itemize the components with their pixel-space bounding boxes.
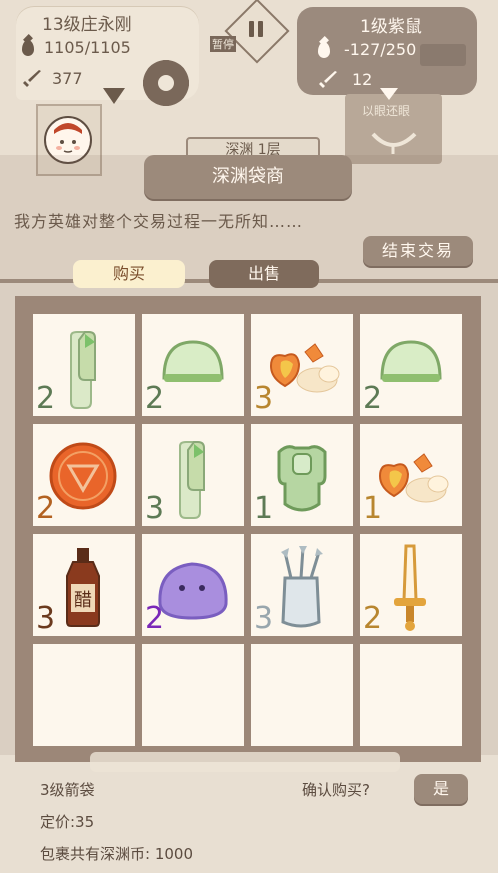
item-grid: 22322311醋3232: [33, 314, 462, 746]
settings-gear-icon[interactable]: [143, 60, 189, 106]
hero-hp-value: 1105/1105: [44, 38, 131, 57]
item-slot[interactable]: 2: [360, 314, 462, 416]
hero-atk-value: 377: [52, 68, 83, 88]
enemy-skill-label: 以眼还眼: [362, 104, 411, 118]
item-quantity: 2: [145, 601, 165, 636]
shop-message: 我方英雄对整个交易过程一无所知……: [14, 212, 304, 231]
sword-icon: [23, 70, 41, 87]
item-slot[interactable]: 2: [33, 314, 135, 416]
item-quantity: 2: [36, 381, 56, 416]
hero-pointer-arrow: [103, 88, 125, 104]
item-quantity: 2: [363, 601, 383, 636]
item-slot[interactable]: 醋3: [33, 534, 135, 636]
item-slot[interactable]: 2: [142, 314, 244, 416]
blood-drop-icon: [318, 41, 330, 58]
item-quantity: 2: [145, 381, 165, 416]
enemy-atk-value: 12: [352, 69, 373, 89]
item-slot[interactable]: 2: [360, 534, 462, 636]
item-slot[interactable]: 1: [360, 424, 462, 526]
enemy-extra-bar: [420, 44, 466, 66]
item-slot[interactable]: 2: [33, 424, 135, 526]
pause-bar-icon: [258, 21, 263, 37]
selected-item-name: 3级箭袋: [40, 781, 95, 799]
item-quantity: 3: [254, 381, 274, 416]
item-slot[interactable]: 3: [142, 424, 244, 526]
pause-bar-icon: [249, 21, 254, 37]
background-ghost-row: [90, 752, 400, 772]
empty-item-slot[interactable]: [360, 644, 462, 746]
pause-label: 暂停: [210, 36, 236, 52]
bottle-label: 醋: [74, 590, 92, 611]
enemy-hp-row: -127/250: [318, 40, 416, 59]
end-trade-button[interactable]: 结束交易: [363, 236, 473, 266]
confirm-yes-button[interactable]: 是: [414, 774, 468, 804]
item-slot[interactable]: 3: [251, 534, 353, 636]
item-slot[interactable]: 2: [142, 534, 244, 636]
shop-title: 深渊袋商: [212, 166, 284, 187]
selected-item-price: 定价:35: [40, 813, 95, 831]
item-quantity: 3: [145, 491, 165, 526]
item-slot[interactable]: 1: [251, 424, 353, 526]
item-quantity: 2: [363, 381, 383, 416]
pause-button[interactable]: [245, 18, 267, 40]
gear-icon: [143, 60, 189, 106]
empty-item-slot[interactable]: [142, 644, 244, 746]
tab-buy[interactable]: 购买: [73, 260, 185, 288]
enemy-pointer-arrow: [380, 88, 398, 100]
enemy-name: 1级紫鼠: [360, 17, 422, 37]
blood-drop-icon: [22, 39, 34, 56]
empty-item-slot[interactable]: [251, 644, 353, 746]
confirm-purchase-question: 确认购买?: [302, 781, 370, 799]
enemy-atk-row: 12: [318, 69, 372, 89]
item-quantity: 3: [36, 601, 56, 636]
hero-atk-row: 377: [22, 68, 83, 88]
enemy-hp-value: -127/250: [344, 40, 417, 59]
item-quantity: 2: [36, 491, 56, 526]
item-quantity: 1: [254, 491, 274, 526]
item-quantity: 1: [363, 491, 383, 526]
item-slot[interactable]: 3: [251, 314, 353, 416]
sword-icon: [319, 71, 337, 88]
item-quantity: 3: [254, 601, 274, 636]
empty-item-slot[interactable]: [33, 644, 135, 746]
tab-sell[interactable]: 出售: [209, 260, 319, 288]
hero-hp-row: 1105/1105: [22, 38, 131, 57]
hero-name: 13级庄永刚: [42, 15, 132, 35]
abyss-coin-total: 包裹共有深渊币: 1000: [40, 845, 193, 863]
